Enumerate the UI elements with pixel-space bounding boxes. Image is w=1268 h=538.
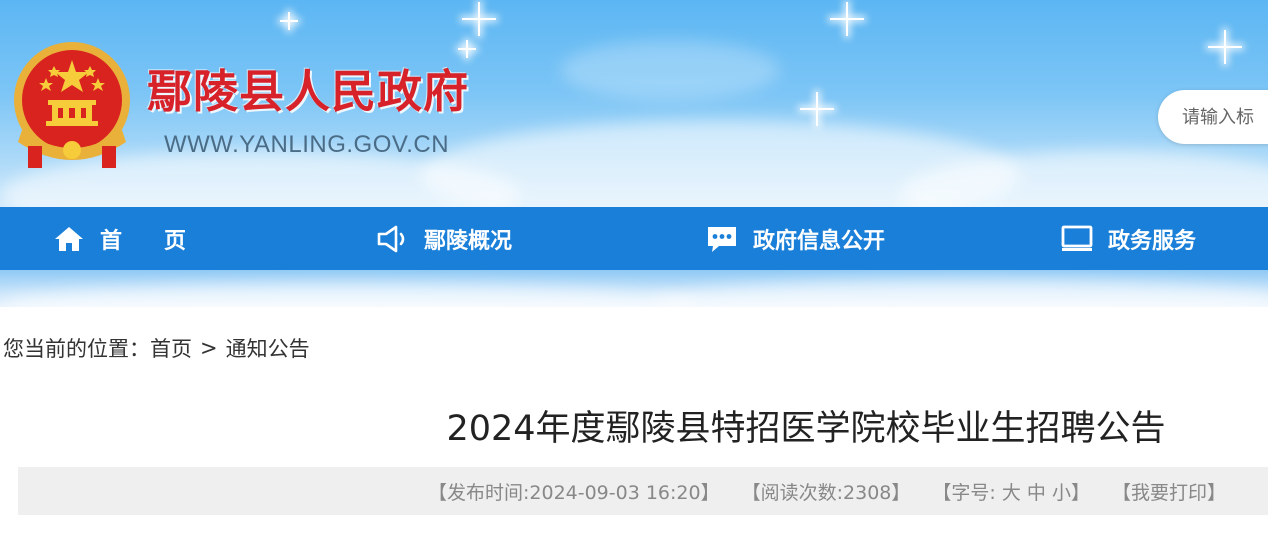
site-title[interactable]: 鄢陵县人民政府 — [147, 66, 469, 118]
font-size-prefix: 【字号: — [932, 481, 1002, 504]
nav-item-label: 鄢陵概况 — [424, 228, 513, 254]
sparkle-decoration — [1208, 30, 1242, 64]
view-count: 【阅读次数:2308】 — [741, 481, 911, 504]
font-size-controls: 【字号: 大 中 小】 — [932, 478, 1090, 505]
search-input[interactable] — [1182, 104, 1268, 130]
sparkle-decoration — [280, 12, 298, 30]
breadcrumb-prefix: 您当前的位置： — [3, 337, 150, 361]
font-size-small-button[interactable]: 小 — [1052, 482, 1071, 504]
font-size-large-button[interactable]: 大 — [1002, 482, 1021, 504]
nav-item-gov-info[interactable]: 政府信息公开 — [705, 207, 885, 270]
publish-time: 【发布时间:2024-09-03 16:20】 — [427, 481, 720, 504]
breadcrumb-link-notices[interactable]: 通知公告 — [226, 333, 310, 363]
header-banner: 鄢陵县人民政府 WWW.YANLING.GOV.CN — [0, 0, 1268, 207]
home-icon — [52, 224, 86, 254]
nav-item-home[interactable]: 首页 — [52, 207, 228, 270]
font-size-medium-button[interactable]: 中 — [1027, 482, 1046, 504]
sparkle-decoration — [800, 92, 834, 126]
search-box — [1158, 90, 1268, 144]
nav-item-services[interactable]: 政务服务 — [1060, 207, 1196, 270]
main-nav: 首页 鄢陵概况 政府信息公开 政务服务 — [0, 207, 1268, 270]
article-meta-bar: 【发布时间:2024-09-03 16:20】 【阅读次数:2308】 【字号:… — [18, 467, 1268, 515]
nav-item-label: 政府信息公开 — [753, 228, 886, 254]
sparkle-decoration — [830, 2, 864, 36]
monitor-icon — [1060, 224, 1094, 254]
decorative-strip — [0, 270, 1268, 307]
strip-cloud — [0, 284, 700, 307]
nav-item-label: 首页 — [100, 228, 229, 254]
breadcrumb: 您当前的位置： 首页 > 通知公告 — [3, 333, 310, 363]
print-button[interactable]: 【我要打印】 — [1112, 478, 1226, 505]
national-emblem-logo — [14, 42, 130, 168]
chat-bubble-icon — [705, 224, 739, 254]
article-title: 2024年度鄢陵县特招医学院校毕业生招聘公告 — [446, 409, 1166, 449]
megaphone-icon — [376, 224, 410, 254]
nav-item-overview[interactable]: 鄢陵概况 — [376, 207, 512, 270]
banner-cloud — [560, 40, 780, 100]
strip-cloud — [650, 280, 1268, 307]
breadcrumb-separator: > — [200, 336, 218, 360]
breadcrumb-link-home[interactable]: 首页 — [150, 333, 192, 363]
sparkle-decoration — [462, 2, 496, 36]
nav-item-label: 政务服务 — [1108, 228, 1197, 254]
site-url: WWW.YANLING.GOV.CN — [164, 131, 450, 158]
font-size-suffix: 】 — [1070, 481, 1090, 504]
sparkle-decoration — [458, 40, 476, 58]
